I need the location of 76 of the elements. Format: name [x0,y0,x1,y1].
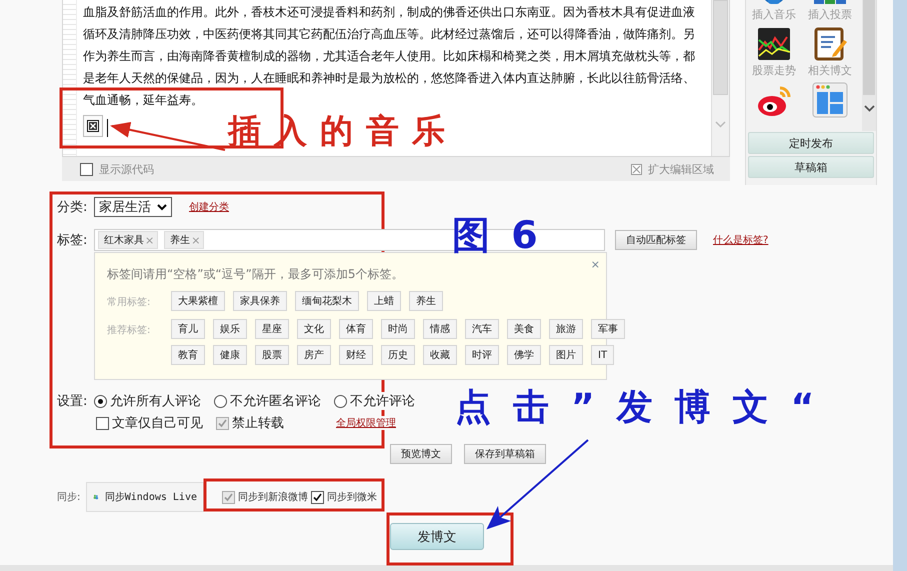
radio-button[interactable] [214,394,227,408]
tag-label: 养生 [170,234,190,247]
notepad-pencil-icon[interactable] [812,26,848,62]
action-button[interactable]: 保存到草稿箱 [464,444,546,464]
layout-window-icon[interactable] [812,82,848,118]
sidebar-button[interactable]: 定时发布 [748,132,874,154]
checkbox-label: 显示源代码 [99,162,154,176]
suggested-tag[interactable]: 养生 [409,291,443,311]
suggested-tag[interactable]: 房产 [297,345,331,365]
suggested-tag[interactable]: 汽车 [465,319,499,339]
paragraph-line: 作为养生而言，由海南降香黄檀制成的器物，尤其适合老年人使用。比如床榻和椅凳之类，用木屑填充做枕头等，都 [83,48,696,65]
category-select[interactable]: 家居生活 [94,197,172,217]
suggested-tag[interactable]: 收藏 [423,345,457,365]
suggested-tag[interactable]: 健康 [213,345,247,365]
checkbox[interactable] [80,162,93,176]
suggested-tag[interactable]: 时尚 [381,319,415,339]
paragraph-line: 是老年人天然的保健品，因为，人在睡眠和养神时是最为放松的，悠悠降香进入体内直达肺腑，长此以往筋骨活络、 [83,70,696,87]
panel-hint: 标签间请用“空格”或“逗号”隔开，最多可添加5个标签。 [107,266,405,283]
suggested-tag[interactable]: 星座 [255,319,289,339]
checkbox-label[interactable]: 文章仅自己可见 [112,414,203,432]
tag-chip[interactable]: 红木家具× [98,231,158,249]
field-label: 分类: [57,199,88,216]
suggested-tag[interactable]: 文化 [297,319,331,339]
suggested-tag[interactable]: 教育 [171,345,205,365]
tag-label: 红木家具 [104,234,144,247]
paragraph-line: 血脂及舒筋活血的作用。此外，香枝木还可浸提香料和药剂，制成的佛香还供出口东南亚。因为香枝木具有促进血液 [83,4,696,21]
radio-label[interactable]: 不允许匿名评论 [230,392,321,410]
stock-chart-icon[interactable] [756,26,792,62]
scrollbar[interactable] [711,0,729,156]
group-label: 常用标签: [107,296,152,310]
paragraph-line: 循环及清肺降压功效，中医药便将其同其它药配伍治疗高血压等。此材经过蒸馏后，还可以得降香油，做阵痛剂。另 [83,26,696,43]
annotation-text: 点击”发博文“ [455,390,836,426]
paragraph-line: 气血通畅，延年益寿。 [83,92,204,109]
suggested-tag[interactable]: 时评 [465,345,499,365]
suggested-tag[interactable]: 旅游 [549,319,583,339]
suggested-tag[interactable]: 缅甸花梨木 [295,291,359,311]
suggested-tag[interactable]: 大果紫檀 [171,291,225,311]
field-label: 设置: [57,393,88,410]
group-label: 推荐标签: [107,324,152,338]
suggested-tag[interactable]: 育儿 [171,319,205,339]
suggested-tag[interactable]: 图片 [549,345,583,365]
music-embed-icon[interactable] [83,115,103,137]
suggested-tag[interactable]: 家具保养 [233,291,287,311]
radio-button[interactable] [334,394,347,408]
suggested-tag[interactable]: 娱乐 [213,319,247,339]
checkbox[interactable] [311,490,324,504]
suggested-tag[interactable]: 佛学 [507,345,541,365]
windows-live-sync-button[interactable]: 同步Windows Live [86,482,204,512]
scrollbar[interactable] [862,0,876,131]
suggested-tag[interactable]: 军事 [591,319,625,339]
create-category-link[interactable]: 创建分类 [189,200,229,214]
field-label: 标签: [57,232,88,249]
suggested-tag[interactable]: 情感 [423,319,457,339]
tag-chip[interactable]: 养生× [164,231,204,249]
radio-label[interactable]: 允许所有人评论 [110,392,201,410]
suggested-tag[interactable]: IT [591,345,614,365]
suggested-tag[interactable]: 上蜡 [367,291,401,311]
suggested-tag[interactable]: 体育 [339,319,373,339]
action-button[interactable]: 预览博文 [390,444,452,464]
chevron-down-icon[interactable] [864,105,874,112]
text-cursor [107,119,108,137]
field-label: 同步: [57,490,82,504]
suggested-tag[interactable]: 历史 [381,345,415,365]
chevron-down-icon[interactable] [157,204,167,210]
publish-button[interactable]: 发博文 [390,523,484,550]
what-are-tags-link[interactable]: 什么是标签? [713,233,768,247]
auto-match-tags-button[interactable]: 自动匹配标签 [615,230,697,250]
suggested-tag[interactable]: 美食 [507,319,541,339]
permission-settings-link[interactable]: 全局权限管理 [336,416,396,430]
suggested-tag[interactable]: 股票 [255,345,289,365]
radio-button[interactable] [94,394,107,408]
expand-icon[interactable] [631,164,642,174]
sidebar-button[interactable]: 草稿箱 [748,156,874,178]
suggested-tag[interactable]: 财经 [339,345,373,365]
close-button[interactable]: × [590,258,600,271]
checkbox[interactable] [96,416,109,430]
